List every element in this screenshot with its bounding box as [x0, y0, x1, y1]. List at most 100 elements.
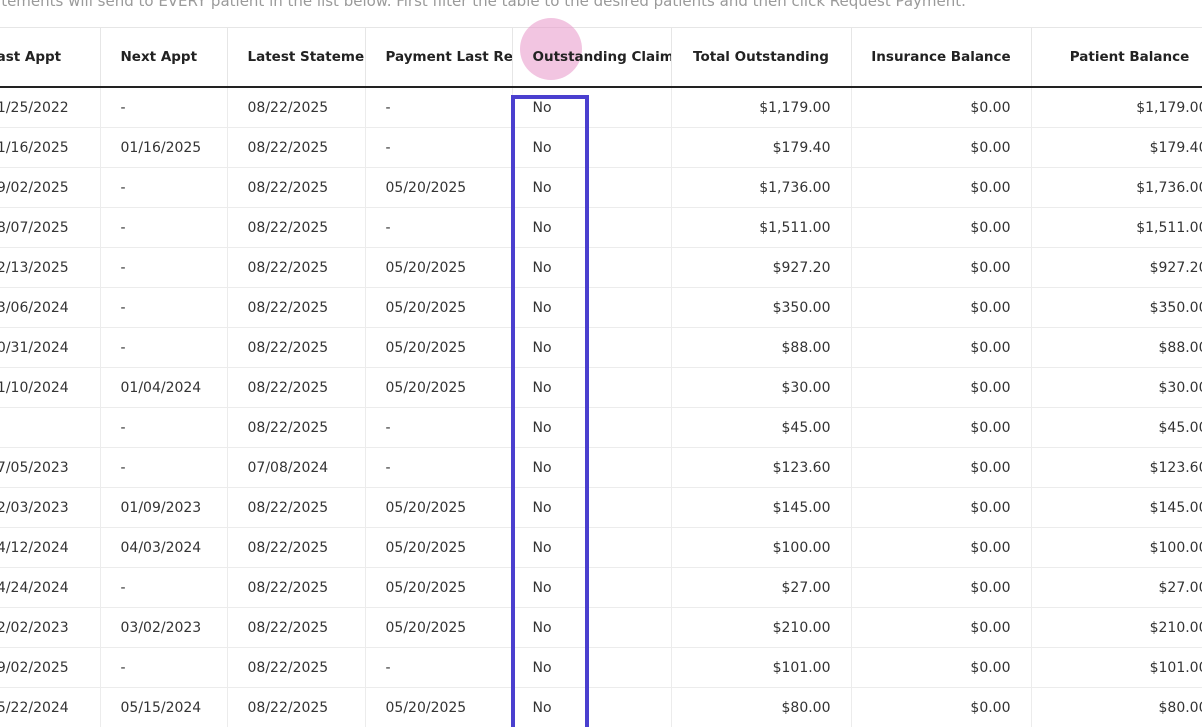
cell-latest-statement: 08/22/2025 [227, 407, 366, 448]
column-header-total-outstanding[interactable]: Total Outstanding [671, 27, 852, 88]
cell-latest-statement: 08/22/2025 [227, 87, 366, 128]
cell-insurance-balance: $0.00 [851, 567, 1032, 608]
table-row[interactable]: 04/12/202404/03/202408/22/202505/20/2025… [0, 527, 1202, 568]
cell-outstanding-claim: No [512, 687, 672, 727]
cell-next-appt: 04/03/2024 [100, 527, 228, 568]
cell-insurance-balance: $0.00 [851, 327, 1032, 368]
cell-payment-last-requested: - [365, 127, 513, 168]
cell-next-appt: - [100, 447, 228, 488]
cell-last-appt: 01/10/2024 [0, 367, 101, 408]
statement-notice: atements will send to EVERY patient in t… [0, 0, 966, 10]
table-row[interactable]: --08/22/2025-No$45.00$0.00$45.00 [0, 407, 1202, 448]
column-header-insurance-balance[interactable]: Insurance Balance [851, 27, 1032, 88]
statements-view: atements will send to EVERY patient in t… [0, 0, 1202, 727]
cell-latest-statement: 08/22/2025 [227, 327, 366, 368]
cell-total-outstanding: $927.20 [671, 247, 852, 288]
cell-insurance-balance: $0.00 [851, 207, 1032, 248]
cell-payment-last-requested: 05/20/2025 [365, 607, 513, 648]
cell-latest-statement: 08/22/2025 [227, 127, 366, 168]
cell-patient-balance: $123.60 [1031, 447, 1202, 488]
cell-latest-statement: 08/22/2025 [227, 247, 366, 288]
cell-outstanding-claim: No [512, 287, 672, 328]
column-header-patient-balance[interactable]: Patient Balance [1031, 27, 1202, 88]
cell-next-appt: - [100, 647, 228, 688]
column-header-last-appt[interactable]: Last Appt [0, 27, 101, 88]
cell-next-appt: 01/16/2025 [100, 127, 228, 168]
cell-last-appt: - [0, 407, 101, 448]
cell-next-appt: 05/15/2024 [100, 687, 228, 727]
cell-last-appt: 05/22/2024 [0, 687, 101, 727]
column-header-payment-last-requested[interactable]: Payment Last Requested [365, 27, 513, 88]
cell-last-appt: 09/02/2025 [0, 647, 101, 688]
cell-insurance-balance: $0.00 [851, 407, 1032, 448]
cell-last-appt: 04/12/2024 [0, 527, 101, 568]
table-row[interactable]: 09/02/2025-08/22/2025-No$101.00$0.00$101… [0, 647, 1202, 688]
cell-insurance-balance: $0.00 [851, 367, 1032, 408]
cell-outstanding-claim: No [512, 647, 672, 688]
cell-patient-balance: $1,179.00 [1031, 87, 1202, 128]
cell-patient-balance: $100.00 [1031, 527, 1202, 568]
cell-latest-statement: 07/08/2024 [227, 447, 366, 488]
table-row[interactable]: 05/22/202405/15/202408/22/202505/20/2025… [0, 687, 1202, 727]
cell-insurance-balance: $0.00 [851, 487, 1032, 528]
cell-patient-balance: $350.00 [1031, 287, 1202, 328]
cell-latest-statement: 08/22/2025 [227, 567, 366, 608]
table-header-row: Last Appt Next Appt Latest Statement Pay… [0, 27, 1202, 88]
table-row[interactable]: 03/06/2024-08/22/202505/20/2025No$350.00… [0, 287, 1202, 328]
cell-next-appt: 01/04/2024 [100, 367, 228, 408]
cell-payment-last-requested: 05/20/2025 [365, 487, 513, 528]
cell-latest-statement: 08/22/2025 [227, 487, 366, 528]
cell-total-outstanding: $27.00 [671, 567, 852, 608]
cell-outstanding-claim: No [512, 127, 672, 168]
table-row[interactable]: 10/31/2024-08/22/202505/20/2025No$88.00$… [0, 327, 1202, 368]
cell-latest-statement: 08/22/2025 [227, 527, 366, 568]
table-row[interactable]: 01/16/202501/16/202508/22/2025-No$179.40… [0, 127, 1202, 168]
column-header-latest-statement[interactable]: Latest Statement [227, 27, 366, 88]
cell-next-appt: - [100, 287, 228, 328]
table-row[interactable]: 01/10/202401/04/202408/22/202505/20/2025… [0, 367, 1202, 408]
cell-latest-statement: 08/22/2025 [227, 167, 366, 208]
cell-insurance-balance: $0.00 [851, 687, 1032, 727]
table-row[interactable]: 02/03/202301/09/202308/22/202505/20/2025… [0, 487, 1202, 528]
cell-outstanding-claim: No [512, 567, 672, 608]
cell-outstanding-claim: No [512, 167, 672, 208]
cell-next-appt: - [100, 207, 228, 248]
cell-payment-last-requested: 05/20/2025 [365, 327, 513, 368]
cell-total-outstanding: $1,511.00 [671, 207, 852, 248]
cell-total-outstanding: $179.40 [671, 127, 852, 168]
cell-insurance-balance: $0.00 [851, 647, 1032, 688]
cell-latest-statement: 08/22/2025 [227, 207, 366, 248]
cell-total-outstanding: $88.00 [671, 327, 852, 368]
cell-insurance-balance: $0.00 [851, 447, 1032, 488]
cell-last-appt: 08/07/2025 [0, 207, 101, 248]
cell-payment-last-requested: 05/20/2025 [365, 167, 513, 208]
cell-total-outstanding: $145.00 [671, 487, 852, 528]
table-row[interactable]: 01/25/2022-08/22/2025-No$1,179.00$0.00$1… [0, 87, 1202, 128]
cell-total-outstanding: $210.00 [671, 607, 852, 648]
patient-statements-table: Last Appt Next Appt Latest Statement Pay… [0, 27, 1202, 727]
cell-insurance-balance: $0.00 [851, 127, 1032, 168]
cell-total-outstanding: $30.00 [671, 367, 852, 408]
cell-outstanding-claim: No [512, 407, 672, 448]
cell-patient-balance: $1,736.00 [1031, 167, 1202, 208]
column-header-next-appt[interactable]: Next Appt [100, 27, 228, 88]
table-row[interactable]: 09/02/2025-08/22/202505/20/2025No$1,736.… [0, 167, 1202, 208]
cell-total-outstanding: $80.00 [671, 687, 852, 727]
cell-outstanding-claim: No [512, 447, 672, 488]
cell-insurance-balance: $0.00 [851, 287, 1032, 328]
table-row[interactable]: 02/02/202303/02/202308/22/202505/20/2025… [0, 607, 1202, 648]
cell-next-appt: - [100, 327, 228, 368]
cell-total-outstanding: $1,736.00 [671, 167, 852, 208]
table-row[interactable]: 08/07/2025-08/22/2025-No$1,511.00$0.00$1… [0, 207, 1202, 248]
cell-last-appt: 10/31/2024 [0, 327, 101, 368]
cell-patient-balance: $179.40 [1031, 127, 1202, 168]
cell-total-outstanding: $100.00 [671, 527, 852, 568]
cell-patient-balance: $30.00 [1031, 367, 1202, 408]
table-row[interactable]: 07/05/2023-07/08/2024-No$123.60$0.00$123… [0, 447, 1202, 488]
table-row[interactable]: 04/24/2024-08/22/202505/20/2025No$27.00$… [0, 567, 1202, 608]
cell-outstanding-claim: No [512, 527, 672, 568]
column-header-outstanding-claim[interactable]: Outstanding Claim [512, 27, 672, 88]
cell-patient-balance: $145.00 [1031, 487, 1202, 528]
table-row[interactable]: 02/13/2025-08/22/202505/20/2025No$927.20… [0, 247, 1202, 288]
cell-outstanding-claim: No [512, 207, 672, 248]
